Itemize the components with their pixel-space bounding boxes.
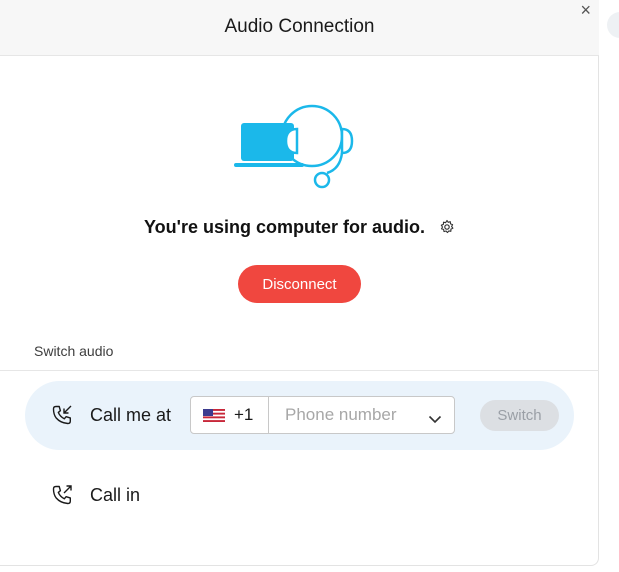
country-code-selector[interactable]: +1	[191, 397, 269, 433]
gear-icon[interactable]	[439, 219, 455, 240]
section-divider	[0, 370, 599, 371]
switch-button[interactable]: Switch	[480, 400, 559, 431]
us-flag-icon	[203, 409, 225, 427]
audio-status: You're using computer for audio.	[0, 217, 599, 240]
phone-outgoing-icon	[51, 484, 73, 511]
call-me-row[interactable]: Call me at +1 Phone number Switch	[25, 381, 574, 450]
dialog-header: Audio Connection ×	[0, 0, 599, 56]
chevron-down-icon[interactable]	[428, 411, 442, 429]
call-me-label: Call me at	[90, 405, 172, 425]
dialog-title: Audio Connection	[224, 16, 375, 37]
switch-audio-label: Switch audio	[34, 343, 114, 359]
status-text: You're using computer for audio.	[144, 217, 425, 237]
close-icon[interactable]: ×	[580, 1, 591, 19]
disconnect-button[interactable]: Disconnect	[238, 265, 361, 303]
side-panel-edge	[607, 12, 619, 38]
phone-number-field: +1	[190, 396, 455, 434]
country-code: +1	[234, 405, 254, 424]
phone-number-input[interactable]	[270, 397, 420, 433]
laptop-headset-icon	[232, 101, 372, 198]
call-in-label: Call in	[90, 485, 141, 505]
audio-connection-dialog: Audio Connection × You're using computer…	[0, 0, 599, 566]
phone-incoming-icon	[51, 404, 73, 431]
call-in-row[interactable]: Call in	[25, 462, 574, 528]
